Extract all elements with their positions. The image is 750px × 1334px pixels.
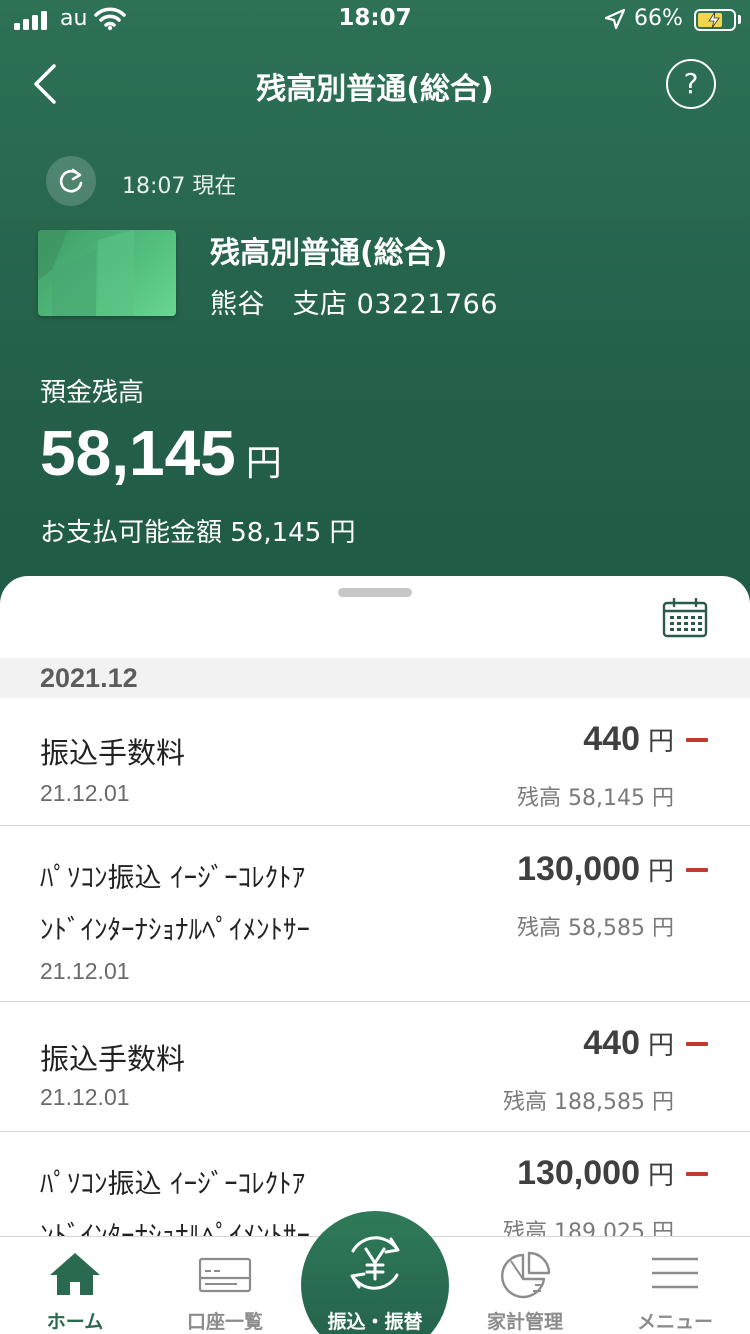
account-card-image <box>38 230 176 316</box>
available-amount: お支払可能金額 58,145 円 <box>40 518 356 548</box>
transaction-name: 振込手数料 <box>40 736 186 770</box>
account-name: 残高別普通(総合) <box>210 236 448 271</box>
battery-percent: 66% <box>634 6 683 31</box>
card-icon <box>198 1257 252 1293</box>
account-branch-number: 熊谷 支店 03221766 <box>210 289 499 320</box>
location-icon <box>604 8 626 30</box>
withdrawal-minus-icon <box>686 1172 708 1176</box>
transaction-name: ﾊﾟｿｺﾝ振込 ｲｰｼﾞｰｺﾚｸﾄｱ <box>40 863 306 894</box>
transaction-row[interactable]: ﾊﾟｿｺﾝ振込 ｲｰｼﾞｰｺﾚｸﾄｱ ﾝﾄﾞｲﾝﾀｰﾅｼｮﾅﾙﾍﾟｲﾒﾝﾄｻｰ … <box>0 826 750 1002</box>
balance-unit: 円 <box>245 443 282 484</box>
withdrawal-minus-icon <box>686 738 708 742</box>
help-button[interactable]: ? <box>666 59 716 109</box>
transaction-date: 21.12.01 <box>40 958 130 984</box>
tab-household[interactable]: 家計管理 <box>450 1237 600 1334</box>
transaction-name: ﾊﾟｿｺﾝ振込 ｲｰｼﾞｰｺﾚｸﾄｱ <box>40 1169 306 1200</box>
tab-accounts-label: 口座一覧 <box>186 1311 263 1333</box>
transaction-amount: 440 円 <box>583 1024 674 1062</box>
refresh-icon <box>59 168 83 193</box>
tab-menu-label: メニュー <box>636 1311 713 1333</box>
transaction-amount: 440 円 <box>583 720 674 758</box>
yen-transfer-icon <box>350 1236 400 1290</box>
transaction-name-line2: ﾝﾄﾞｲﾝﾀｰﾅｼｮﾅﾙﾍﾟｲﾒﾝﾄｻｰ <box>40 915 310 946</box>
updated-time: 18:07 現在 <box>122 174 237 199</box>
calendar-icon[interactable] <box>662 598 708 638</box>
month-label: 2021.12 <box>40 663 138 693</box>
transaction-amount: 130,000 円 <box>517 1154 674 1192</box>
balance-amount: 58,145 <box>40 417 236 489</box>
help-icon: ? <box>683 67 699 100</box>
transfer-button-label: 振込・振替 <box>327 1311 423 1333</box>
transaction-name: 振込手数料 <box>40 1042 186 1076</box>
tab-accounts[interactable]: 口座一覧 <box>150 1237 300 1334</box>
refresh-button[interactable] <box>46 156 96 206</box>
transaction-balance: 残高 188,585 円 <box>503 1090 674 1115</box>
transaction-row[interactable]: 振込手数料 21.12.01 440 円 残高 58,145 円 <box>0 698 750 826</box>
tab-home-label: ホーム <box>46 1311 104 1333</box>
withdrawal-minus-icon <box>686 868 708 872</box>
transaction-amount: 130,000 円 <box>517 850 674 888</box>
deposit-balance-label: 預金残高 <box>40 378 145 408</box>
transaction-balance: 残高 58,145 円 <box>517 786 674 811</box>
status-bar: au 18:07 66% <box>0 0 750 40</box>
tab-menu[interactable]: メニュー <box>600 1237 750 1334</box>
transaction-row[interactable]: 振込手数料 21.12.01 440 円 残高 188,585 円 <box>0 1002 750 1132</box>
tab-home[interactable]: ホーム <box>0 1237 150 1334</box>
transaction-balance: 残高 58,585 円 <box>517 916 674 941</box>
menu-icon <box>652 1257 698 1289</box>
page-title: 残高別普通(総合) <box>256 72 494 107</box>
transaction-date: 21.12.01 <box>40 780 130 806</box>
battery-icon <box>694 9 736 31</box>
pie-chart-icon <box>501 1251 551 1299</box>
month-header: 2021.12 <box>0 658 750 698</box>
transaction-date: 21.12.01 <box>40 1084 130 1110</box>
home-icon <box>50 1253 100 1295</box>
sheet-grabber[interactable] <box>338 588 412 597</box>
deposit-balance: 58,145 円 <box>40 416 282 490</box>
withdrawal-minus-icon <box>686 1042 708 1046</box>
tab-household-label: 家計管理 <box>486 1311 563 1333</box>
